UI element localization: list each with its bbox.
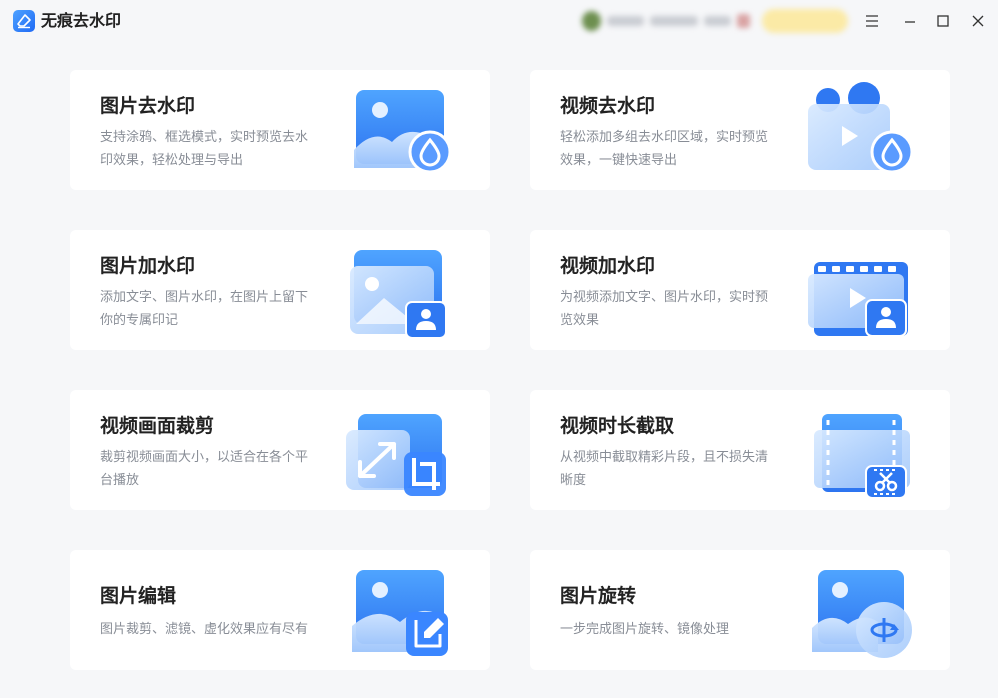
feature-card-video-watermark-remove[interactable]: 视频去水印 轻松添加多组去水印区域，实时预览 效果，一键快速导出 [530, 70, 950, 190]
card-desc-line: 裁剪视频画面大小，以适合在各个平 [100, 450, 309, 465]
video-watermark-remove-icon [804, 80, 916, 180]
card-desc-line: 台播放 [100, 473, 140, 488]
card-title: 视频时长截取 [560, 415, 675, 437]
card-desc-line: 支持涂鸦、框选模式，实时预览去水 [100, 130, 309, 145]
app-title: 无痕去水印 [41, 11, 122, 30]
card-description: 支持涂鸦、框选模式，实时预览去水 印效果，轻松处理与导出 [100, 126, 330, 172]
video-crop-icon [344, 400, 456, 500]
feature-card-image-rotate[interactable]: 图片旋转 一步完成图片旋转、镜像处理 [530, 550, 950, 670]
maximize-icon[interactable] [932, 10, 954, 32]
card-desc-line: 一步完成图片旋转、镜像处理 [560, 622, 730, 637]
card-desc-line: 轻松添加多组去水印区域，实时预览 [560, 130, 769, 145]
card-title: 图片编辑 [100, 585, 177, 607]
video-trim-icon [804, 400, 916, 500]
close-icon[interactable] [967, 10, 989, 32]
card-description: 为视频添加文字、图片水印，实时预 览效果 [560, 286, 790, 332]
title-bar: 无痕去水印 [0, 0, 998, 42]
card-description: 裁剪视频画面大小，以适合在各个平 台播放 [100, 446, 330, 492]
card-desc-line: 你的专属印记 [100, 313, 179, 328]
feature-card-video-trim[interactable]: 视频时长截取 从视频中截取精彩片段，且不损失清 晰度 [530, 390, 950, 510]
menu-icon[interactable] [861, 10, 883, 32]
card-description: 一步完成图片旋转、镜像处理 [560, 618, 790, 641]
card-desc-line: 览效果 [560, 313, 600, 328]
card-title: 图片去水印 [100, 95, 196, 117]
image-watermark-remove-icon [344, 80, 456, 180]
card-title: 视频加水印 [560, 255, 656, 277]
card-title: 图片加水印 [100, 255, 196, 277]
image-rotate-icon [804, 560, 916, 660]
card-description: 轻松添加多组去水印区域，实时预览 效果，一键快速导出 [560, 126, 790, 172]
feature-card-image-watermark-add[interactable]: 图片加水印 添加文字、图片水印，在图片上留下 你的专属印记 [70, 230, 490, 350]
image-watermark-add-icon [344, 240, 456, 340]
card-description: 从视频中截取精彩片段，且不损失清 晰度 [560, 446, 790, 492]
card-desc-line: 从视频中截取精彩片段，且不损失清 [560, 450, 769, 465]
card-desc-line: 晰度 [560, 473, 587, 488]
feature-card-video-watermark-add[interactable]: 视频加水印 为视频添加文字、图片水印，实时预 览效果 [530, 230, 950, 350]
feature-card-image-watermark-remove[interactable]: 图片去水印 支持涂鸦、框选模式，实时预览去水 印效果，轻松处理与导出 [70, 70, 490, 190]
card-desc-line: 印效果，轻松处理与导出 [100, 153, 244, 168]
minimize-icon[interactable] [899, 10, 921, 32]
vip-button[interactable] [762, 9, 848, 33]
user-account[interactable] [582, 11, 750, 31]
card-title: 视频去水印 [560, 95, 656, 117]
video-watermark-add-icon [804, 240, 916, 340]
image-edit-icon [344, 560, 456, 660]
card-description: 添加文字、图片水印，在图片上留下 你的专属印记 [100, 286, 330, 332]
card-desc-line: 为视频添加文字、图片水印，实时预 [560, 290, 769, 305]
feature-card-image-edit[interactable]: 图片编辑 图片裁剪、滤镜、虚化效果应有尽有 [70, 550, 490, 670]
card-desc-line: 添加文字、图片水印，在图片上留下 [100, 290, 309, 305]
card-title: 视频画面裁剪 [100, 415, 215, 437]
eraser-logo-icon [13, 10, 35, 32]
feature-card-video-crop[interactable]: 视频画面裁剪 裁剪视频画面大小，以适合在各个平 台播放 [70, 390, 490, 510]
card-desc-line: 效果，一键快速导出 [560, 153, 678, 168]
card-title: 图片旋转 [560, 585, 637, 607]
card-desc-line: 图片裁剪、滤镜、虚化效果应有尽有 [100, 622, 309, 637]
card-description: 图片裁剪、滤镜、虚化效果应有尽有 [100, 618, 330, 641]
